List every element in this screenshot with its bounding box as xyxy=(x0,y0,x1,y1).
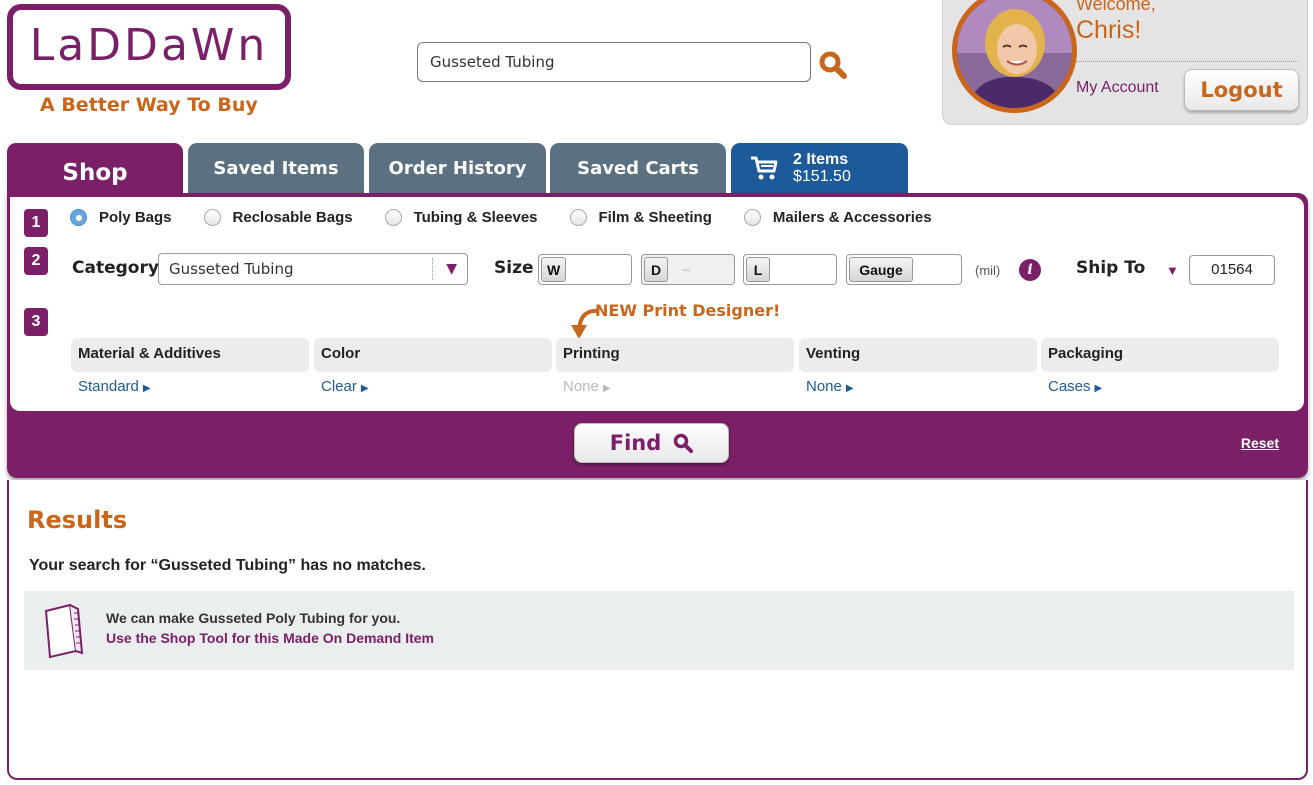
ship-to-label: Ship To xyxy=(1076,258,1146,278)
cart-total: $151.50 xyxy=(793,168,851,185)
option-header: Printing xyxy=(556,338,794,372)
shop-tool-link[interactable]: Use the Shop Tool for this Made On Deman… xyxy=(106,630,434,646)
step-number-3: 3 xyxy=(24,308,48,336)
option-venting: Venting None ▶ xyxy=(799,338,1037,395)
depth-field: D -- xyxy=(641,254,735,285)
cart-icon xyxy=(751,156,778,180)
cart-item-count: 2 Items xyxy=(793,151,849,168)
account-divider xyxy=(1076,61,1298,62)
tagline: A Better Way To Buy xyxy=(40,94,258,116)
radio-button[interactable] xyxy=(569,209,587,226)
radio-tubing-sleeves[interactable]: Tubing & Sleeves xyxy=(384,209,538,226)
option-value: None xyxy=(806,378,842,395)
results-area: Results Your search for “Gusseted Tubing… xyxy=(7,480,1308,780)
category-value: Gusseted Tubing xyxy=(169,260,294,278)
radio-button[interactable] xyxy=(743,209,761,226)
length-tag: L xyxy=(746,257,770,282)
option-header: Material & Additives xyxy=(71,338,309,372)
gauge-tag: Gauge xyxy=(849,257,913,282)
radio-poly-bags[interactable]: Poly Bags xyxy=(70,209,172,226)
avatar xyxy=(952,0,1077,113)
tab-saved-items[interactable]: Saved Items xyxy=(188,143,364,193)
radio-label: Film & Sheeting xyxy=(598,209,712,226)
radio-label: Mailers & Accessories xyxy=(772,209,932,226)
triangle-right-icon: ▶ xyxy=(360,383,369,394)
option-value-link[interactable]: Clear ▶ xyxy=(314,378,552,395)
logo-text: LaDDaWn xyxy=(29,19,269,71)
radio-button[interactable] xyxy=(203,209,221,226)
find-label: Find xyxy=(609,431,662,455)
search-icon xyxy=(674,433,694,453)
option-header: Venting xyxy=(799,338,1037,372)
triangle-right-icon: ▶ xyxy=(845,383,854,394)
option-printing: Printing None ▶ xyxy=(556,338,794,395)
laddawn-logo[interactable]: LaDDaWn xyxy=(7,4,291,90)
option-value: None xyxy=(563,378,599,395)
product-type-radios: Poly Bags Reclosable Bags Tubing & Sleev… xyxy=(70,209,964,226)
radio-button-selected[interactable] xyxy=(70,209,87,226)
made-on-demand-text: We can make Gusseted Poly Tubing for you… xyxy=(106,610,401,626)
user-name: Chris! xyxy=(1076,16,1142,44)
reset-link[interactable]: Reset xyxy=(1241,435,1279,451)
category-select[interactable]: Gusseted Tubing ▼ xyxy=(158,253,468,285)
width-tag: W xyxy=(541,257,567,282)
tab-shop[interactable]: Shop xyxy=(7,143,183,198)
search-input[interactable] xyxy=(417,42,811,82)
radio-label: Poly Bags xyxy=(99,209,172,226)
option-value-link[interactable]: None ▶ xyxy=(799,378,1037,395)
account-panel: Welcome, Chris! My Account Logout xyxy=(942,0,1308,125)
tab-saved-carts[interactable]: Saved Carts xyxy=(550,143,726,193)
shop-form: 1 Poly Bags Reclosable Bags Tubing & Sle… xyxy=(10,197,1304,411)
find-button[interactable]: Find xyxy=(574,423,729,463)
gauge-field[interactable]: Gauge xyxy=(846,254,962,285)
new-print-designer[interactable]: NEW Print Designer! xyxy=(595,301,780,320)
option-value-link: None ▶ xyxy=(556,378,794,395)
radio-reclosable-bags[interactable]: Reclosable Bags xyxy=(203,209,353,226)
tubing-icon xyxy=(44,603,84,658)
radio-film-sheeting[interactable]: Film & Sheeting xyxy=(569,209,712,226)
search-icon[interactable] xyxy=(818,50,848,80)
category-label: Category xyxy=(72,258,159,278)
my-account-link[interactable]: My Account xyxy=(1076,79,1159,97)
radio-label: Reclosable Bags xyxy=(232,209,353,226)
option-value-link[interactable]: Standard ▶ xyxy=(71,378,309,395)
info-icon[interactable]: i xyxy=(1019,259,1041,281)
chevron-down-icon[interactable]: ▼ xyxy=(1166,263,1179,278)
mil-unit: (mil) xyxy=(975,263,1001,278)
tab-cart[interactable]: 2 Items $151.50 xyxy=(731,143,908,193)
size-label: Size xyxy=(494,258,534,278)
option-value-link[interactable]: Cases ▶ xyxy=(1041,378,1279,395)
length-field[interactable]: L xyxy=(743,254,837,285)
option-packaging: Packaging Cases ▶ xyxy=(1041,338,1279,395)
logout-button[interactable]: Logout xyxy=(1184,69,1299,111)
option-value: Cases xyxy=(1048,378,1091,395)
chevron-down-icon: ▼ xyxy=(446,261,457,277)
depth-placeholder: -- xyxy=(682,262,690,276)
radio-label: Tubing & Sleeves xyxy=(413,209,538,226)
shop-panel: 1 Poly Bags Reclosable Bags Tubing & Sle… xyxy=(7,193,1308,478)
no-match-message: Your search for “Gusseted Tubing” has no… xyxy=(29,557,426,574)
results-title: Results xyxy=(27,506,128,534)
depth-tag: D xyxy=(644,257,668,282)
option-color: Color Clear ▶ xyxy=(314,338,552,395)
width-field[interactable]: W xyxy=(538,254,632,285)
tab-order-history[interactable]: Order History xyxy=(369,143,546,193)
option-material: Material & Additives Standard ▶ xyxy=(71,338,309,395)
triangle-right-icon: ▶ xyxy=(602,383,611,394)
option-header: Packaging xyxy=(1041,338,1279,372)
welcome-text: Welcome, xyxy=(1076,0,1156,14)
option-value: Standard xyxy=(78,378,139,395)
made-on-demand-box: We can make Gusseted Poly Tubing for you… xyxy=(24,591,1294,670)
triangle-right-icon: ▶ xyxy=(142,383,151,394)
radio-mailers-accessories[interactable]: Mailers & Accessories xyxy=(743,209,932,226)
option-value: Clear xyxy=(321,378,357,395)
select-divider xyxy=(432,258,433,280)
zip-code-input[interactable]: 01564 xyxy=(1189,255,1275,285)
step-number-1: 1 xyxy=(24,209,48,237)
step-number-2: 2 xyxy=(24,247,48,275)
radio-button[interactable] xyxy=(384,209,402,226)
option-header: Color xyxy=(314,338,552,372)
triangle-right-icon: ▶ xyxy=(1094,383,1103,394)
